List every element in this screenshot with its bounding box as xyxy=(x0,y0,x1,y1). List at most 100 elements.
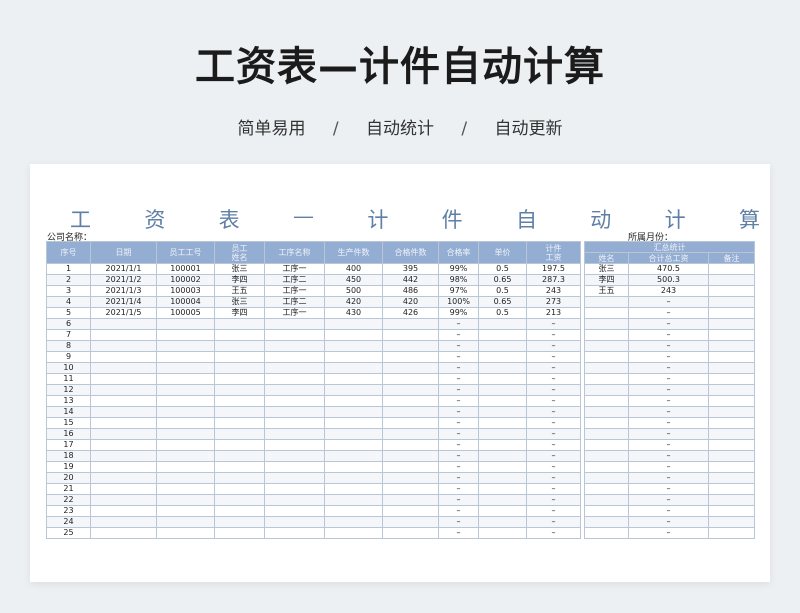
table-cell xyxy=(214,527,265,539)
table-cell: 张三 xyxy=(214,263,265,275)
column-header: 计件 工资 xyxy=(526,241,581,264)
table-cell xyxy=(156,351,215,363)
summary-table-header: 姓名 合计总工资 备注 xyxy=(584,252,755,264)
table-cell: 2021/1/3 xyxy=(90,285,157,297)
table-row: 23 – – xyxy=(46,505,581,517)
table-cell: 工序一 xyxy=(264,307,325,319)
sheet-title-char: 件 xyxy=(441,208,463,232)
table-cell: 100001 xyxy=(156,263,215,275)
table-cell xyxy=(264,494,325,506)
table-cell: 22 xyxy=(46,494,91,506)
summary-row: – xyxy=(584,439,755,451)
table-cell xyxy=(90,450,157,462)
table-row: 6 – – xyxy=(46,318,581,330)
sheet-title-char: 计 xyxy=(367,208,389,232)
summary-row: – xyxy=(584,406,755,418)
table-row: 17 – – xyxy=(46,439,581,451)
spreadsheet-preview: 工资表 — 计件自动计算 公司名称： 所属月份： 序号 日期 员工工号 员工 姓名 工序名称生… xyxy=(30,164,770,582)
table-cell: 4 xyxy=(46,296,91,308)
table-cell: – xyxy=(438,395,479,407)
table-cell xyxy=(156,527,215,539)
table-cell: – xyxy=(438,450,479,462)
table-cell xyxy=(478,384,527,396)
summary-cell: – xyxy=(628,351,709,363)
table-cell xyxy=(382,516,439,528)
table-cell: – xyxy=(438,439,479,451)
table-cell xyxy=(90,351,157,363)
table-cell xyxy=(264,384,325,396)
table-cell: – xyxy=(438,428,479,440)
table-cell: 0.65 xyxy=(478,296,527,308)
summary-cell xyxy=(708,417,755,429)
table-cell: – xyxy=(438,351,479,363)
table-cell: 10 xyxy=(46,362,91,374)
summary-cell: – xyxy=(628,483,709,495)
summary-cell xyxy=(708,285,755,297)
table-cell xyxy=(264,483,325,495)
table-cell xyxy=(478,527,527,539)
table-cell xyxy=(382,472,439,484)
table-cell: 9 xyxy=(46,351,91,363)
summary-cell xyxy=(708,450,755,462)
table-cell xyxy=(382,406,439,418)
table-cell: – xyxy=(526,329,581,341)
table-cell xyxy=(90,362,157,374)
table-cell xyxy=(478,329,527,341)
table-cell xyxy=(324,461,383,473)
table-cell: – xyxy=(526,428,581,440)
summary-cell xyxy=(584,384,629,396)
summary-cell xyxy=(584,329,629,341)
summary-row: – xyxy=(584,384,755,396)
table-cell: – xyxy=(526,472,581,484)
table-cell xyxy=(324,395,383,407)
table-cell xyxy=(90,516,157,528)
table-cell xyxy=(478,494,527,506)
table-row: 22 – – xyxy=(46,494,581,506)
table-cell xyxy=(478,340,527,352)
table-cell xyxy=(214,329,265,341)
table-cell xyxy=(156,318,215,330)
column-header: 日期 xyxy=(90,241,157,264)
summary-cell xyxy=(584,296,629,308)
table-cell xyxy=(382,329,439,341)
table-row: 4 2021/1/4 100004 张三 工序二 420 420 100% 0.65 273 xyxy=(46,296,581,308)
summary-row: – xyxy=(584,483,755,495)
column-header: 序号 xyxy=(46,241,91,264)
summary-title: 汇总统计 xyxy=(584,241,755,253)
table-cell: 工序一 xyxy=(264,285,325,297)
table-cell xyxy=(214,483,265,495)
table-cell xyxy=(90,472,157,484)
table-cell: 13 xyxy=(46,395,91,407)
table-cell: – xyxy=(526,395,581,407)
table-cell xyxy=(90,494,157,506)
table-cell xyxy=(478,428,527,440)
summary-table: 汇总统计 姓名 合计总工资 备注 张三 470.5 李四 500.3 王五 243– – – – – –… xyxy=(584,241,755,539)
table-row: 2 2021/1/2 100002 李四 工序二 450 442 98% 0.65 287.3 xyxy=(46,274,581,286)
table-cell: – xyxy=(438,318,479,330)
table-cell xyxy=(478,516,527,528)
table-cell xyxy=(214,505,265,517)
table-cell xyxy=(264,428,325,440)
table-cell xyxy=(382,395,439,407)
table-cell xyxy=(382,417,439,429)
summary-cell: – xyxy=(628,428,709,440)
table-cell xyxy=(324,351,383,363)
table-cell xyxy=(90,318,157,330)
summary-cell: – xyxy=(628,340,709,352)
summary-cell xyxy=(708,395,755,407)
table-cell xyxy=(264,362,325,374)
table-cell: 0.5 xyxy=(478,263,527,275)
table-cell: 李四 xyxy=(214,274,265,286)
table-cell: 213 xyxy=(526,307,581,319)
summary-column-header: 姓名 xyxy=(584,252,629,264)
summary-cell xyxy=(584,340,629,352)
wage-table: 序号 日期 员工工号 员工 姓名 工序名称 生产件数 合格件数 合格率 单价 计件 工资 1 2021/… xyxy=(46,241,581,539)
sheet-title-char: 资 xyxy=(144,208,166,232)
column-header: 合格率 xyxy=(438,241,479,264)
table-cell: – xyxy=(438,329,479,341)
sheet-title-char: 算 xyxy=(738,208,760,232)
summary-cell xyxy=(708,362,755,374)
table-cell: 25 xyxy=(46,527,91,539)
table-cell xyxy=(478,439,527,451)
summary-cell xyxy=(584,373,629,385)
